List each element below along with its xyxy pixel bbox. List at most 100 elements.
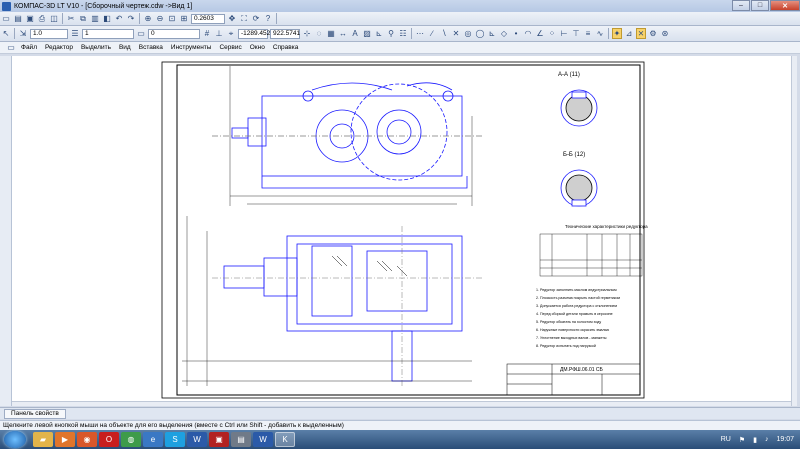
snap-extra-icon[interactable]: ⊛ — [660, 28, 670, 39]
snap-align-icon[interactable]: ≡ — [583, 28, 593, 39]
word-icon[interactable]: W — [187, 432, 207, 447]
filter-icon[interactable]: ⚲ — [386, 28, 396, 39]
menu-file[interactable]: Файл — [17, 44, 41, 51]
compact-panel[interactable] — [0, 56, 12, 406]
dimension-icon[interactable]: ↔ — [338, 28, 348, 39]
measure-icon[interactable]: ⊾ — [374, 28, 384, 39]
new-document-icon[interactable]: ▭ — [1, 13, 11, 24]
minimize-button[interactable]: – — [732, 0, 750, 11]
cursor-icon[interactable]: ↖ — [1, 28, 11, 39]
snap-local-icon[interactable]: ⊿ — [624, 28, 634, 39]
snap-midpoint-icon[interactable]: ∖ — [439, 28, 449, 39]
network-icon[interactable]: ▮ — [753, 436, 757, 444]
media-icon[interactable]: ▶ — [55, 432, 75, 447]
coord-y-field[interactable]: 922.5741 — [270, 28, 300, 39]
round-icon[interactable]: ◌ — [314, 28, 324, 39]
menu-service[interactable]: Сервис — [215, 44, 245, 51]
snap-y-icon[interactable]: ⊤ — [571, 28, 581, 39]
snap-grid-icon[interactable]: ⁘ — [547, 28, 557, 39]
close-button[interactable]: ✕ — [770, 0, 800, 11]
paste-icon[interactable]: ▥ — [90, 13, 100, 24]
layer-manager-icon[interactable]: ▦ — [326, 28, 336, 39]
app-icon-gray[interactable]: ▤ — [231, 432, 251, 447]
drawing-canvas[interactable]: А-А (11) Б-Б (12) Технические характерис… — [12, 56, 797, 406]
explorer-icon[interactable]: ▰ — [33, 432, 53, 447]
zoom-field[interactable]: 0.2603 — [191, 13, 225, 24]
zoom-in-icon[interactable]: ⊕ — [143, 13, 153, 24]
layer-field[interactable]: 1 — [82, 28, 134, 39]
start-button[interactable] — [4, 431, 26, 448]
snap-mode-icon[interactable]: ⋯ — [415, 28, 425, 39]
snap-off-icon[interactable]: ⨯ — [636, 28, 646, 39]
zoom-all-icon[interactable]: ⊞ — [179, 13, 189, 24]
spec-icon[interactable]: ☷ — [398, 28, 408, 39]
vertical-scrollbar[interactable] — [791, 56, 797, 406]
preview-icon[interactable]: ◫ — [49, 13, 59, 24]
save-icon[interactable]: ▣ — [25, 13, 35, 24]
firefox-icon[interactable]: ◉ — [77, 432, 97, 447]
snap-settings-icon[interactable]: ⚙ — [648, 28, 658, 39]
snap-center-icon[interactable]: ◎ — [463, 28, 473, 39]
snap-icon[interactable]: ⊹ — [302, 28, 312, 39]
toolbar-separator — [139, 13, 140, 24]
refresh-icon[interactable]: ⟳ — [251, 13, 261, 24]
local-cs-icon[interactable]: ⌖ — [226, 28, 236, 39]
chrome-icon[interactable]: ◍ — [121, 432, 141, 447]
kompas-task-icon[interactable]: K — [275, 432, 295, 447]
pan-icon[interactable]: ✥ — [227, 13, 237, 24]
properties-icon[interactable]: ◧ — [102, 13, 112, 24]
coord-x-field[interactable]: -1289.452 — [238, 28, 270, 39]
hatch-icon[interactable]: ▨ — [362, 28, 372, 39]
grid-icon[interactable]: # — [202, 28, 212, 39]
snap-point-icon[interactable]: • — [511, 28, 521, 39]
menu-insert[interactable]: Вставка — [135, 44, 167, 51]
word-icon-2[interactable]: W — [253, 432, 273, 447]
help-icon[interactable]: ? — [263, 13, 273, 24]
redo-icon[interactable]: ↷ — [126, 13, 136, 24]
menu-window[interactable]: Окно — [246, 44, 269, 51]
app-icon-red[interactable]: ▣ — [209, 432, 229, 447]
menu-view[interactable]: Вид — [115, 44, 135, 51]
snap-angle-icon[interactable]: ∠ — [535, 28, 545, 39]
horizontal-scrollbar[interactable] — [12, 401, 791, 406]
skype-icon[interactable]: S — [165, 432, 185, 447]
volume-icon[interactable]: ♪ — [765, 436, 769, 443]
maximize-button[interactable]: □ — [751, 0, 769, 11]
section-b — [560, 169, 598, 207]
snap-active-icon[interactable]: ✦ — [612, 28, 622, 39]
language-indicator[interactable]: RU — [721, 436, 731, 443]
properties-panel-tab[interactable]: Панель свойств — [4, 408, 66, 419]
fit-icon[interactable]: ⛶ — [239, 13, 249, 24]
layer-icon: ☰ — [71, 29, 79, 38]
snap-tangent-icon[interactable]: ◯ — [475, 28, 485, 39]
ortho-icon[interactable]: ⊥ — [214, 28, 224, 39]
text-icon[interactable]: A — [350, 28, 360, 39]
style-field[interactable]: 0 — [148, 28, 200, 39]
undo-icon[interactable]: ↶ — [114, 13, 124, 24]
menu-edit[interactable]: Редактор — [41, 44, 77, 51]
open-icon[interactable]: ▤ — [13, 13, 23, 24]
snap-intersection-icon[interactable]: ✕ — [451, 28, 461, 39]
copy-icon[interactable]: ⧉ — [78, 13, 88, 24]
toolbar-separator — [62, 13, 63, 24]
snap-curve-icon[interactable]: ◠ — [523, 28, 533, 39]
clock[interactable]: 19:07 — [776, 436, 794, 443]
snap-x-icon[interactable]: ⊢ — [559, 28, 569, 39]
snap-on-curve-icon[interactable]: ∿ — [595, 28, 605, 39]
scale-field[interactable]: 1.0 — [30, 28, 68, 39]
snap-normal-icon[interactable]: ⊾ — [487, 28, 497, 39]
menu-select[interactable]: Выделить — [77, 44, 115, 51]
menu-help[interactable]: Справка — [269, 44, 303, 51]
section-a-label: А-А (11) — [558, 72, 580, 78]
menu-tools[interactable]: Инструменты — [167, 44, 216, 51]
tray-flag-icon[interactable]: ⚑ — [739, 436, 745, 444]
opera-icon[interactable]: O — [99, 432, 119, 447]
print-icon[interactable]: ⎙ — [37, 13, 47, 24]
standard-toolbar: ▭ ▤ ▣ ⎙ ◫ ✂ ⧉ ▥ ◧ ↶ ↷ ⊕ ⊖ ⊡ ⊞ 0.2603 ✥ ⛶… — [0, 12, 800, 26]
snap-quadrant-icon[interactable]: ◇ — [499, 28, 509, 39]
cut-icon[interactable]: ✂ — [66, 13, 76, 24]
zoom-window-icon[interactable]: ⊡ — [167, 13, 177, 24]
zoom-out-icon[interactable]: ⊖ — [155, 13, 165, 24]
snap-endpoint-icon[interactable]: ∕ — [427, 28, 437, 39]
ie-icon[interactable]: e — [143, 432, 163, 447]
